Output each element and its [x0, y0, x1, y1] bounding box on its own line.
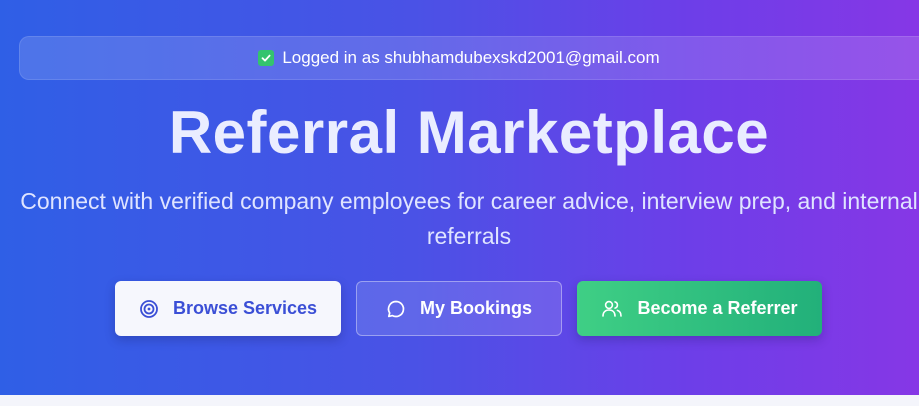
browse-services-label: Browse Services	[172, 298, 318, 318]
browse-services-button[interactable]: Browse Services	[115, 281, 341, 336]
become-referrer-button[interactable]: Become a Referrer	[577, 281, 822, 336]
page-title: Referral Marketplace	[168, 99, 770, 166]
become-referrer-label: Become a Referrer	[637, 298, 798, 318]
page-bottom-edge	[0, 395, 919, 406]
my-bookings-button[interactable]: My Bookings	[356, 281, 562, 336]
page-subtitle: Connect with verified company employees …	[20, 188, 918, 249]
target-icon	[139, 299, 159, 319]
message-circle-icon	[386, 299, 406, 319]
check-square-icon	[258, 50, 275, 66]
my-bookings-label: My Bookings	[419, 298, 532, 318]
users-icon	[601, 299, 623, 319]
login-status-text: Logged in as shubhamdubexskd2001@gmail.c…	[282, 48, 660, 67]
hero-section: Logged in as shubhamdubexskd2001@gmail.c…	[0, 0, 919, 406]
login-status-banner: Logged in as shubhamdubexskd2001@gmail.c…	[19, 36, 919, 80]
